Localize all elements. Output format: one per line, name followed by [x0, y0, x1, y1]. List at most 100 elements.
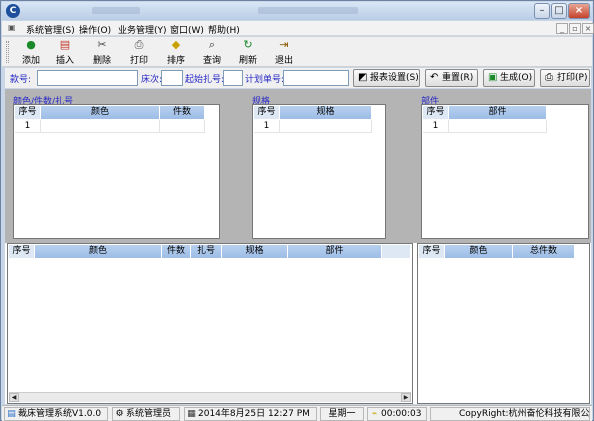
- menu-window[interactable]: 窗口(W): [170, 23, 204, 36]
- menu-bar: ▣ 系统管理(S) 操作(O) 业务管理(Y) 窗口(W) 帮助(H) _ ▫ …: [2, 21, 594, 36]
- input-bar: 款号: 床次: 起始扎号: 计划单号: ◩ 报表设置(S) ↶ 重置(R) ▣ 生成(…: [5, 68, 591, 88]
- col-header[interactable]: 件数: [162, 245, 191, 258]
- generate-label: 生成(O): [500, 73, 533, 83]
- timer-icon: ⌁: [371, 409, 378, 419]
- child-minimize-button[interactable]: _: [556, 23, 568, 34]
- menu-system[interactable]: 系统管理(S): [26, 23, 75, 36]
- menu-business[interactable]: 业务管理(Y): [118, 23, 167, 36]
- col-header[interactable]: 序号: [423, 106, 449, 119]
- col-header[interactable]: 部件: [288, 245, 382, 258]
- print-tool-label: 打印: [129, 56, 148, 66]
- col-header-filler: [382, 245, 411, 258]
- delete-icon: ✂: [97, 38, 107, 51]
- sort-label: 排序: [166, 56, 185, 66]
- add-icon: ●: [26, 38, 36, 51]
- main-window: C – □ × ▣ 系统管理(S) 操作(O) 业务管理(Y) 窗口(W) 帮助…: [0, 0, 594, 421]
- menu-help[interactable]: 帮助(H): [208, 23, 240, 36]
- report-settings-icon: ◩: [358, 72, 368, 83]
- spec-grid[interactable]: 序号 规格 1: [252, 104, 386, 239]
- part-grid[interactable]: 序号 部件 1: [421, 104, 589, 239]
- summary-grid[interactable]: 序号 颜色 总件数: [417, 243, 590, 404]
- table-cell[interactable]: 1: [423, 120, 449, 133]
- selection-panels: 颜色/件数/扎号 序号 颜色 件数 1 规格 序号 规格 1 部件 序号 部件 …: [5, 89, 591, 243]
- col-header[interactable]: 序号: [254, 106, 280, 119]
- title-bar: C – □ ×: [2, 2, 592, 20]
- calendar-icon: ▦: [187, 409, 196, 419]
- col-header[interactable]: 颜色: [445, 245, 513, 258]
- minimize-button[interactable]: –: [534, 3, 550, 19]
- sort-button[interactable]: ◆ 排序: [160, 38, 192, 67]
- print-button-label: 打印(P): [557, 73, 588, 83]
- refresh-label: 刷新: [238, 56, 257, 66]
- col-header[interactable]: 部件: [449, 106, 547, 119]
- print-tool-button[interactable]: ⎙ 打印: [123, 38, 155, 67]
- generate-icon: ▣: [488, 72, 498, 83]
- child-close-button[interactable]: ×: [582, 23, 594, 34]
- report-settings-label: 报表设置(S): [370, 73, 419, 83]
- status-elapsed-text: 00:00:03: [381, 409, 422, 419]
- style-no-input[interactable]: [37, 70, 138, 86]
- delete-label: 删除: [92, 56, 111, 66]
- col-header[interactable]: 颜色: [41, 106, 160, 119]
- search-button[interactable]: ⌕ 查询: [196, 39, 228, 67]
- table-cell[interactable]: 1: [15, 120, 41, 133]
- table-cell[interactable]: [41, 120, 160, 133]
- col-header[interactable]: 序号: [419, 245, 445, 258]
- plan-no-input[interactable]: [283, 70, 349, 86]
- scroll-right-icon[interactable]: ▶: [401, 393, 411, 402]
- status-bar: ▤ 裁床管理系统V1.0.0 ⚙ 系统管理员 ▦ 2014年8月25日 12:27 P…: [2, 405, 592, 421]
- report-settings-button[interactable]: ◩ 报表设置(S): [353, 69, 420, 87]
- table-cell[interactable]: [449, 120, 547, 133]
- generate-button[interactable]: ▣ 生成(O): [483, 69, 535, 87]
- print-button[interactable]: ⎙ 打印(P): [540, 69, 590, 87]
- results-area: 序号 颜色 件数 扎号 规格 部件 ◀ ▶ 序号 颜色 总件数: [5, 243, 591, 404]
- status-user-text: 系统管理员: [126, 409, 172, 419]
- table-cell[interactable]: [280, 120, 372, 133]
- exit-icon: ⇥: [279, 38, 289, 51]
- app-logo-icon: C: [6, 4, 20, 18]
- bed-no-input[interactable]: [161, 70, 183, 86]
- color-grid[interactable]: 序号 颜色 件数 1: [13, 104, 220, 239]
- result-grid[interactable]: 序号 颜色 件数 扎号 规格 部件 ◀ ▶: [7, 243, 413, 404]
- status-datetime: ▦ 2014年8月25日 12:27 PM: [184, 407, 317, 421]
- refresh-button[interactable]: ↻ 刷新: [232, 38, 264, 67]
- menu-operation[interactable]: 操作(O): [79, 23, 111, 36]
- maximize-button[interactable]: □: [551, 3, 567, 19]
- toolbar-grip[interactable]: [6, 41, 9, 63]
- window-caption-blurred-2: [258, 7, 358, 14]
- delete-button[interactable]: ✂ 删除: [86, 38, 118, 67]
- add-button[interactable]: ● 添加: [15, 38, 47, 67]
- search-label: 查询: [202, 56, 221, 66]
- status-datetime-text: 2014年8月25日 12:27 PM: [198, 409, 310, 419]
- horizontal-scrollbar[interactable]: ◀ ▶: [9, 392, 411, 402]
- close-button[interactable]: ×: [568, 3, 590, 19]
- toolbar: ● 添加 ▤ 插入 ✂ 删除 ⎙ 打印 ◆ 排序 ⌕ 查询 ↻ 刷新 ⇥ 退出: [2, 37, 592, 67]
- start-bundle-input[interactable]: [223, 70, 243, 86]
- reset-button[interactable]: ↶ 重置(R): [425, 69, 478, 87]
- child-restore-button[interactable]: ▫: [569, 23, 581, 34]
- bed-no-label: 床次:: [141, 75, 163, 85]
- insert-button[interactable]: ▤ 插入: [49, 38, 81, 67]
- status-weekday: 星期一: [320, 407, 364, 421]
- col-header[interactable]: 规格: [280, 106, 372, 119]
- scroll-left-icon[interactable]: ◀: [9, 393, 19, 402]
- print-button-icon: ⎙: [545, 72, 553, 83]
- col-header[interactable]: 颜色: [35, 245, 162, 258]
- col-header[interactable]: 序号: [15, 106, 41, 119]
- col-header[interactable]: 件数: [160, 106, 205, 119]
- col-header[interactable]: 总件数: [513, 245, 575, 258]
- print-icon: ⎙: [134, 38, 144, 51]
- col-header[interactable]: 扎号: [191, 245, 222, 258]
- col-header[interactable]: 规格: [222, 245, 288, 258]
- table-cell[interactable]: [160, 120, 205, 133]
- mdi-child-icon: ▣: [8, 23, 16, 32]
- refresh-icon: ↻: [243, 38, 253, 51]
- app-status-icon: ▤: [7, 409, 16, 419]
- exit-button[interactable]: ⇥ 退出: [268, 38, 300, 67]
- table-cell[interactable]: 1: [254, 120, 280, 133]
- insert-icon: ▤: [59, 38, 71, 51]
- exit-label: 退出: [274, 56, 293, 66]
- sort-icon: ◆: [171, 38, 181, 51]
- col-header[interactable]: 序号: [9, 245, 35, 258]
- start-bundle-label: 起始扎号:: [185, 75, 225, 85]
